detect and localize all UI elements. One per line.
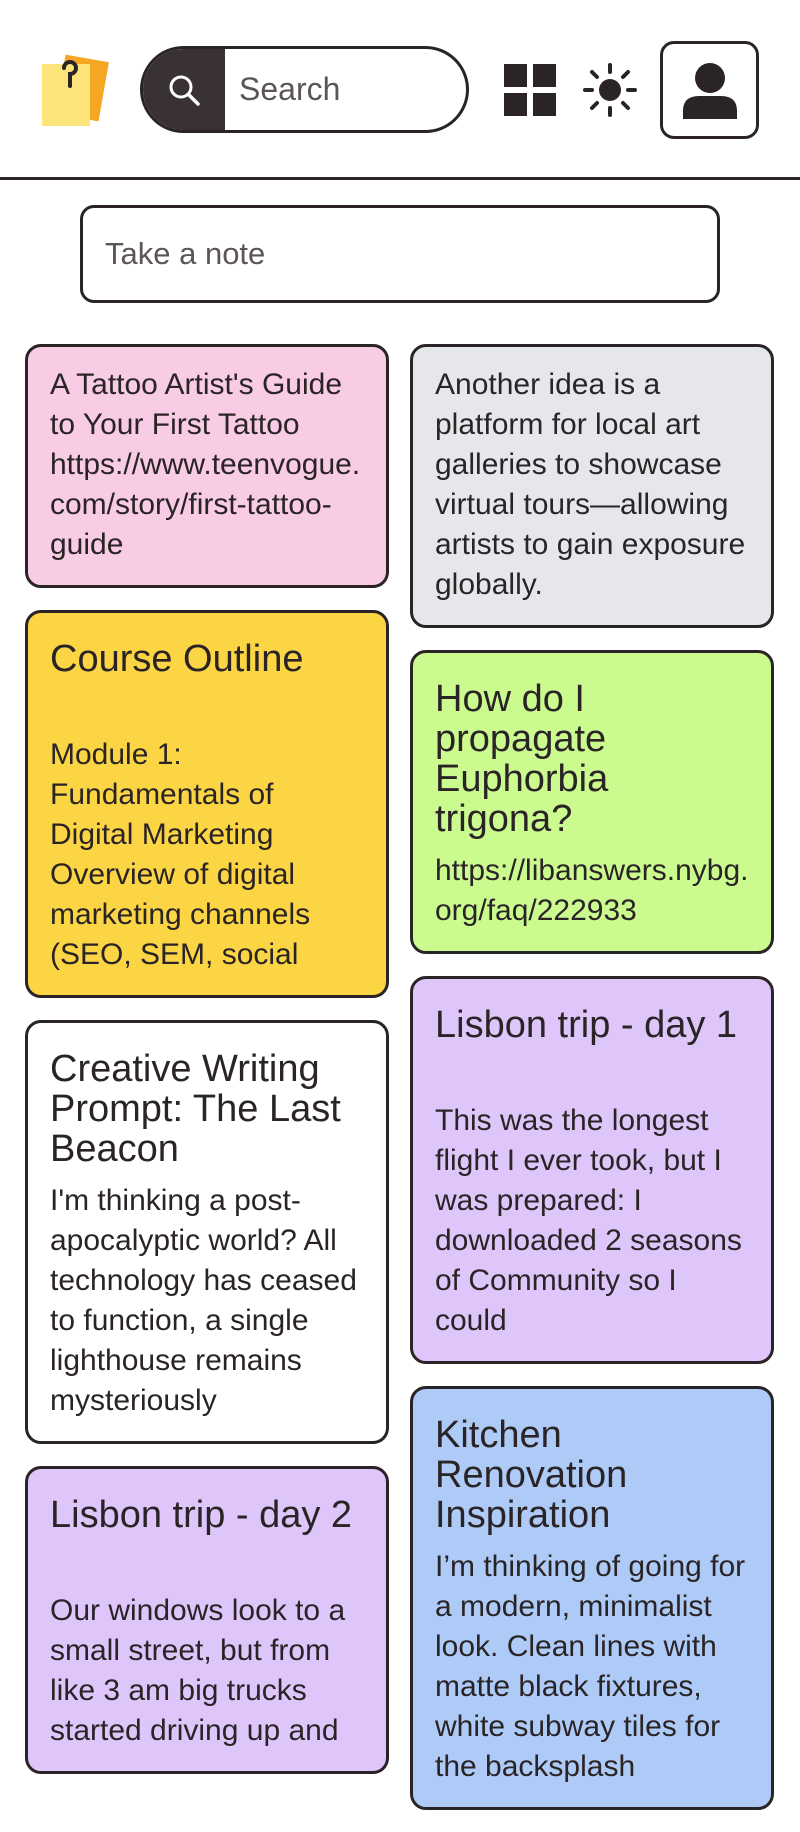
note-body: Our windows look to a small street, but … (50, 1594, 346, 1747)
sticky-notes-logo-icon[interactable] (38, 52, 112, 128)
note-card[interactable]: Course Outline Module 1: Fundamentals of … (25, 610, 389, 998)
note-card[interactable]: Creative Writing Prompt: The Last Beacon… (25, 1020, 389, 1444)
grid-view-icon (504, 64, 556, 116)
note-title: Lisbon trip - day 1 (435, 1004, 738, 1046)
notes-column-left: A Tattoo Artist's Guide to Your First Ta… (25, 344, 389, 1796)
note-card[interactable]: Kitchen Renovation Inspiration I’m thinki… (410, 1386, 774, 1810)
note-card[interactable]: Lisbon trip - day 2 Our windows look to a… (25, 1466, 389, 1774)
note-title: How do I propagate Euphorbia trigona? (435, 678, 609, 840)
app-header (0, 0, 800, 180)
search-icon (169, 75, 200, 106)
note-title: Kitchen Renovation Inspiration (435, 1414, 628, 1536)
take-a-note-input[interactable]: Take a note (80, 205, 720, 303)
note-body: https://libanswers.nybg.org/faq/222933 (435, 854, 749, 927)
note-body: I’m thinking of going for a modern, mini… (435, 1550, 746, 1783)
note-title: Lisbon trip - day 2 (50, 1494, 353, 1536)
note-title: Course Outline (50, 638, 304, 680)
notes-column-right: Another idea is a platform for local art… (410, 344, 774, 1832)
theme-toggle-button[interactable] (582, 62, 638, 118)
note-body: Module 1: Fundamentals of Digital Market… (50, 738, 311, 971)
note-body: Another idea is a platform for local art… (435, 368, 746, 601)
note-body: This was the longest flight I ever took,… (435, 1104, 742, 1337)
note-card[interactable]: How do I propagate Euphorbia trigona? htt… (410, 650, 774, 954)
note-body: A Tattoo Artist's Guide to Your First Ta… (50, 368, 361, 561)
note-card[interactable]: Lisbon trip - day 1 This was the longest … (410, 976, 774, 1364)
user-profile-button[interactable] (660, 41, 759, 139)
sun-icon (583, 63, 637, 117)
user-avatar-icon (682, 63, 737, 119)
search-bar (140, 46, 469, 133)
note-card[interactable]: A Tattoo Artist's Guide to Your First Ta… (25, 344, 389, 588)
note-body: I'm thinking a post-apocalyptic world? A… (50, 1184, 357, 1417)
search-input[interactable] (233, 49, 465, 130)
note-card[interactable]: Another idea is a platform for local art… (410, 344, 774, 628)
grid-view-button[interactable] (504, 64, 556, 116)
search-button[interactable] (143, 49, 225, 130)
note-title: Creative Writing Prompt: The Last Beacon (50, 1048, 341, 1170)
